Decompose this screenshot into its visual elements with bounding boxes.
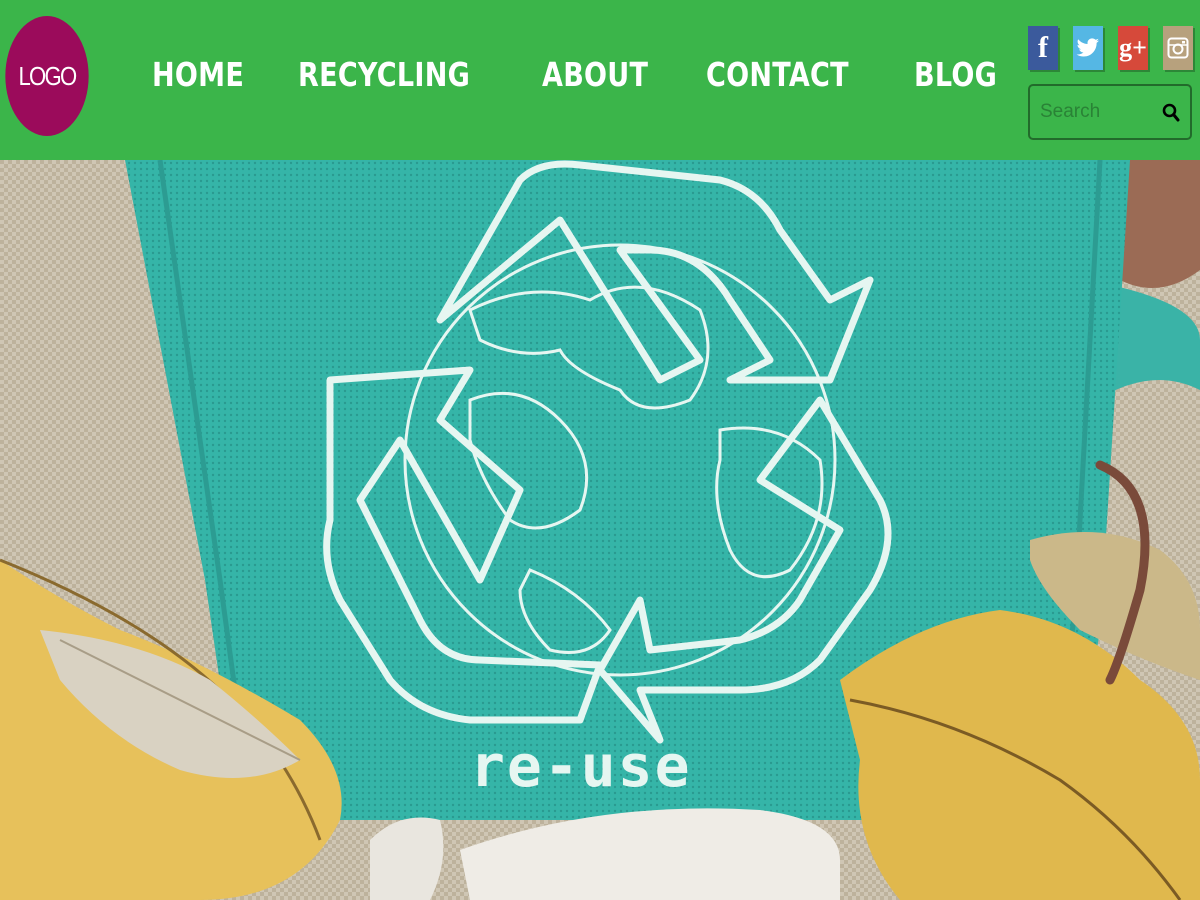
social-links: f g+ (1028, 26, 1193, 70)
twitter-bird-glyph (1076, 38, 1099, 57)
search-icon[interactable] (1162, 103, 1180, 123)
nav-blog-link[interactable]: BLOG (914, 55, 997, 94)
nav-contact-link[interactable]: CONTACT (706, 55, 849, 94)
main-nav: HOME RECYCLING ABOUT CONTACT BLOG (152, 55, 997, 94)
nav-recycling-link[interactable]: RECYCLING (298, 55, 470, 94)
hero-caption: re-use (470, 732, 692, 800)
facebook-icon[interactable]: f (1028, 26, 1058, 70)
site-header: LOGO HOME RECYCLING ABOUT CONTACT BLOG f… (0, 0, 1200, 160)
instagram-camera-glyph (1167, 37, 1189, 59)
search-input[interactable] (1030, 86, 1150, 138)
twitter-icon[interactable] (1073, 26, 1103, 70)
logo[interactable]: LOGO (5, 16, 89, 136)
hero-image: re-use (0, 160, 1200, 900)
google-plus-icon[interactable]: g+ (1118, 26, 1148, 70)
nav-about-link[interactable]: ABOUT (542, 55, 648, 94)
instagram-icon[interactable] (1163, 26, 1193, 70)
nav-home-link[interactable]: HOME (152, 55, 244, 94)
search-box (1028, 84, 1192, 140)
logo-text: LOGO (18, 60, 77, 91)
